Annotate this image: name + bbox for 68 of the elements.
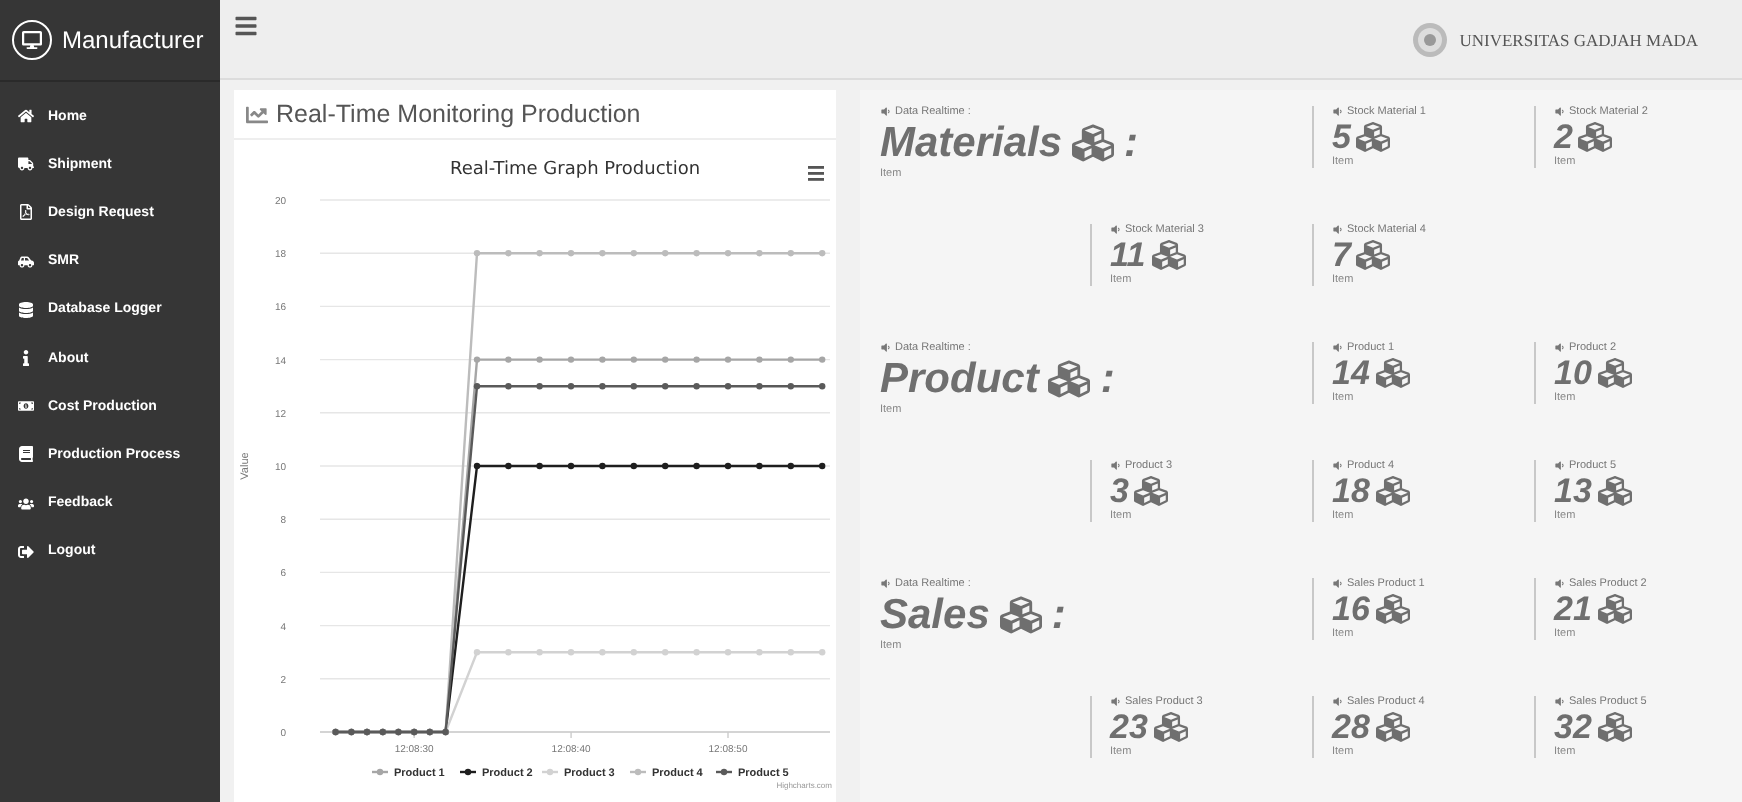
speaker-icon	[1554, 578, 1565, 590]
logout-icon	[18, 543, 36, 560]
cubes-icon	[1153, 710, 1188, 744]
stat-value: 5	[1332, 118, 1534, 156]
stat-value: 7	[1332, 236, 1534, 274]
money-icon	[18, 398, 36, 415]
group-title: Materials :	[880, 118, 1141, 168]
car-icon	[18, 253, 36, 270]
cubes-icon	[1356, 120, 1391, 154]
stat-value: 32	[1554, 708, 1742, 746]
home-icon	[18, 108, 36, 125]
monitor-icon	[12, 20, 52, 60]
cubes-icon	[1375, 592, 1410, 626]
book-icon	[18, 446, 36, 463]
stat-value: 14	[1332, 354, 1534, 392]
speaker-icon	[1332, 342, 1343, 354]
chart-title: Real-Time Graph Production	[449, 160, 701, 180]
stat-value: 13	[1554, 472, 1742, 510]
group-title: Sales :	[880, 590, 1068, 640]
cubes-icon	[1151, 238, 1186, 272]
stat-value: 28	[1332, 708, 1534, 746]
speaker-icon	[1332, 224, 1343, 236]
group-title: Product :	[880, 354, 1117, 404]
speaker-icon	[1554, 106, 1565, 118]
cubes-icon	[1597, 710, 1632, 744]
university-name: UNIVERSITAS GADJAH MADA	[1459, 29, 1698, 49]
cubes-icon	[1597, 592, 1632, 626]
stat-value: 21	[1554, 590, 1742, 628]
speaker-icon	[1554, 460, 1565, 472]
cubes-icon	[1375, 710, 1410, 744]
speaker-icon	[1332, 106, 1343, 118]
cubes-icon	[1597, 474, 1632, 508]
speaker-icon	[1332, 696, 1343, 708]
menu-icon[interactable]	[808, 166, 824, 181]
speaker-icon	[1332, 460, 1343, 472]
cubes-icon	[1072, 122, 1115, 164]
stat-value: 18	[1332, 472, 1534, 510]
stat-value: 11	[1110, 236, 1312, 274]
stat-value: 16	[1332, 590, 1534, 628]
speaker-icon	[1332, 578, 1343, 590]
users-icon	[18, 495, 36, 512]
stat-value: 10	[1554, 354, 1742, 392]
cubes-icon	[1134, 474, 1169, 508]
speaker-icon	[1110, 696, 1121, 708]
cubes-icon	[1578, 120, 1613, 154]
speaker-icon	[880, 342, 891, 354]
cubes-icon	[1375, 474, 1410, 508]
cubes-icon	[1356, 238, 1391, 272]
speaker-icon	[1110, 460, 1121, 472]
line-chart-icon	[246, 103, 268, 125]
stat-value: 2	[1554, 118, 1742, 156]
speaker-icon	[1554, 342, 1565, 354]
cubes-icon	[1597, 356, 1632, 390]
cubes-icon	[999, 594, 1042, 636]
speaker-icon	[880, 578, 891, 590]
seal-logo	[1411, 21, 1448, 57]
truck-icon	[18, 156, 36, 173]
speaker-icon	[1554, 696, 1565, 708]
panel-title-text: Real-Time Monitoring Production	[276, 100, 641, 128]
cubes-icon	[1375, 356, 1410, 390]
speaker-icon	[880, 106, 891, 118]
stat-value: 3	[1110, 472, 1312, 510]
cubes-icon	[1048, 358, 1091, 400]
speaker-icon	[1110, 224, 1121, 236]
stat-value: 23	[1110, 708, 1312, 746]
menu-icon[interactable]	[234, 13, 258, 37]
database-icon	[18, 301, 36, 318]
document-icon	[18, 204, 36, 221]
